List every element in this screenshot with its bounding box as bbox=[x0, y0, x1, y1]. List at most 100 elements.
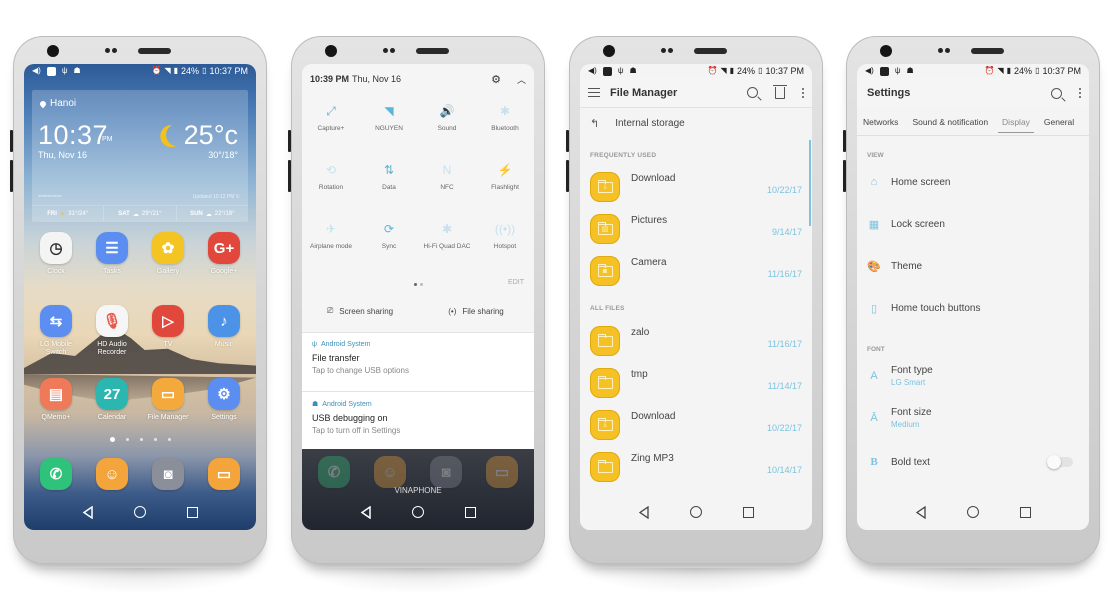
setting-label: Theme bbox=[891, 260, 923, 272]
notification-file-transfer[interactable]: ψ Android System File transfer Tap to cha… bbox=[302, 332, 534, 391]
up-arrow-icon[interactable]: ↰ bbox=[590, 117, 599, 130]
back-button[interactable] bbox=[915, 505, 927, 519]
setting-theme[interactable]: 🎨 Theme bbox=[857, 246, 1089, 286]
dock-messaging[interactable]: ▭ bbox=[198, 458, 250, 490]
folder-item[interactable]: tmp 11/14/17 bbox=[580, 364, 812, 406]
setting-text: Home touch buttons bbox=[891, 303, 981, 314]
tab-sound-notification[interactable]: Sound & notification bbox=[912, 111, 988, 133]
page-dot[interactable] bbox=[109, 437, 115, 442]
search-icon[interactable] bbox=[747, 87, 758, 98]
tab-display[interactable]: Display bbox=[998, 111, 1034, 133]
tile-bluetooth[interactable]: ✱ Bluetooth bbox=[476, 102, 534, 161]
folder-item[interactable]: Zing MP3 10/14/17 bbox=[580, 448, 812, 490]
folder-icon: ▨ bbox=[590, 214, 620, 244]
tile-flashlight[interactable]: ⚡ Flashlight bbox=[476, 161, 534, 220]
folder-item[interactable]: ◙ Camera 11/16/17 bbox=[580, 252, 812, 294]
more-options-icon[interactable] bbox=[802, 87, 804, 98]
usb-icon: ψ bbox=[617, 66, 624, 75]
current-path[interactable]: Internal storage bbox=[615, 118, 685, 129]
hotspot-icon: ((•)) bbox=[494, 222, 516, 236]
recents-button[interactable] bbox=[464, 506, 476, 518]
folder-item[interactable]: zalo 11/16/17 bbox=[580, 322, 812, 364]
settings-screen: ◀) ψ ☗ ⏰ ◥ ▮ 24% ▯ 10:37 PM Settings Net… bbox=[857, 64, 1089, 530]
folder-item[interactable]: ▨ Pictures 9/14/17 bbox=[580, 210, 812, 252]
folder-glyph: ⤓ bbox=[597, 417, 613, 431]
tile-capture[interactable]: ⤢ Capture+ bbox=[302, 102, 360, 161]
weather-widget[interactable]: Hanoi 10:37 PM Thu, Nov 16 25°c 30°/18° … bbox=[32, 90, 248, 222]
volume-down-button bbox=[288, 160, 291, 192]
refresh-icon[interactable]: ↻ bbox=[236, 194, 240, 200]
home-button[interactable] bbox=[690, 506, 703, 518]
recents-button[interactable] bbox=[186, 506, 198, 518]
home-button[interactable] bbox=[967, 506, 980, 518]
folder-glyph: ⤓ bbox=[597, 179, 613, 193]
app-music[interactable]: ♪ Music bbox=[198, 305, 250, 378]
setting-font-size[interactable]: Ā Font size Medium bbox=[857, 398, 1089, 438]
bold-icon: B bbox=[870, 456, 878, 468]
app-hd-audio-recorder[interactable]: 🎙 HD Audio Recorder bbox=[86, 305, 138, 378]
dock-contacts[interactable]: ☺ bbox=[364, 456, 416, 488]
tab-networks[interactable]: Networks bbox=[863, 111, 898, 133]
bold-text-setting[interactable]: B Bold text bbox=[857, 442, 1089, 482]
setting-font-type[interactable]: A Font type LG Smart bbox=[857, 356, 1089, 396]
page-dot[interactable] bbox=[153, 438, 157, 441]
folder-icon bbox=[590, 368, 620, 398]
recents-button[interactable] bbox=[1019, 506, 1031, 518]
notification-usb-debugging[interactable]: ☗ Android System USB debugging on Tap to … bbox=[302, 391, 534, 449]
back-button[interactable] bbox=[638, 505, 650, 519]
tile-nguyen[interactable]: ◥ NGUYEN bbox=[360, 102, 418, 161]
folder-item[interactable]: ⤓ Download 10/22/17 bbox=[580, 168, 812, 210]
dock-phone[interactable]: ✆ bbox=[308, 456, 360, 488]
recents-button[interactable] bbox=[742, 506, 754, 518]
tile-sync[interactable]: ⟳ Sync bbox=[360, 220, 418, 279]
gallery-icon: ✿ bbox=[152, 232, 184, 264]
tile-data[interactable]: ⇅ Data bbox=[360, 161, 418, 220]
chevron-up-icon[interactable]: ︿ bbox=[517, 73, 526, 86]
delete-icon[interactable] bbox=[773, 84, 787, 99]
setting-home-touch-buttons[interactable]: ▯ Home touch buttons bbox=[857, 288, 1089, 328]
page-dot[interactable] bbox=[125, 438, 129, 441]
home-button[interactable] bbox=[134, 506, 147, 518]
tile-hi-fi-quad-dac[interactable]: ✱ Hi-Fi Quad DAC bbox=[418, 220, 476, 279]
app-tasks[interactable]: ☰ Tasks bbox=[86, 232, 138, 305]
back-button[interactable] bbox=[82, 505, 94, 519]
menu-icon[interactable] bbox=[588, 88, 600, 97]
page-dot[interactable] bbox=[139, 438, 143, 441]
home-touch-buttons-icon: ▯ bbox=[870, 302, 878, 315]
search-icon[interactable] bbox=[1051, 87, 1062, 99]
bold-text-toggle[interactable] bbox=[1047, 455, 1073, 469]
more-options-icon[interactable] bbox=[1079, 88, 1081, 98]
quick-settings-row: ⤢ Capture+ ◥ NGUYEN 🔊 Sound ✱ Bluetooth bbox=[302, 102, 534, 161]
screen-sharing-button[interactable]: ⎚ Screen sharing bbox=[302, 300, 418, 322]
dock-contacts[interactable]: ☺ bbox=[86, 458, 138, 490]
section-header-all: ALL FILES bbox=[590, 305, 625, 312]
back-button[interactable] bbox=[360, 505, 372, 519]
page-dot[interactable] bbox=[167, 438, 171, 441]
folder-item[interactable]: ⤓ Download 10/22/17 bbox=[580, 406, 812, 448]
app-lg-mobile-switch[interactable]: ⇆ LG Mobile Switch bbox=[30, 305, 82, 378]
file-sharing-button[interactable]: (•) File sharing bbox=[418, 300, 534, 322]
app-google[interactable]: G+ Google+ bbox=[198, 232, 250, 305]
tab-general[interactable]: General bbox=[1044, 111, 1074, 133]
app-gallery[interactable]: ✿ Gallery bbox=[142, 232, 194, 305]
app-tv[interactable]: ▷ TV bbox=[142, 305, 194, 378]
home-button[interactable] bbox=[412, 506, 425, 518]
setting-home-screen[interactable]: ⌂ Home screen bbox=[857, 162, 1089, 202]
tile-rotation[interactable]: ⟲ Rotation bbox=[302, 161, 360, 220]
edit-button[interactable]: EDIT bbox=[508, 279, 524, 286]
tile-hotspot[interactable]: ((•)) Hotspot bbox=[476, 220, 534, 279]
tile-nfc[interactable]: N NFC bbox=[418, 161, 476, 220]
dock-camera[interactable]: ◙ bbox=[420, 456, 472, 488]
gear-icon[interactable]: ⚙ bbox=[491, 73, 501, 86]
setting-label: Home screen bbox=[891, 176, 951, 188]
app-clock[interactable]: ◷ Clock bbox=[30, 232, 82, 305]
settings-tabs: Networks Sound & notification Display Gener… bbox=[857, 108, 1089, 136]
tile-airplane-mode[interactable]: ✈ Airplane mode bbox=[302, 220, 360, 279]
dock-messaging[interactable]: ▭ bbox=[476, 456, 528, 488]
setting-lock-screen[interactable]: ▦ Lock screen bbox=[857, 204, 1089, 244]
tile-label: Data bbox=[382, 184, 396, 191]
music-icon: ♪ bbox=[208, 305, 240, 337]
tile-sound[interactable]: 🔊 Sound bbox=[418, 102, 476, 161]
dock-camera[interactable]: ◙ bbox=[142, 458, 194, 490]
dock-phone[interactable]: ✆ bbox=[30, 458, 82, 490]
